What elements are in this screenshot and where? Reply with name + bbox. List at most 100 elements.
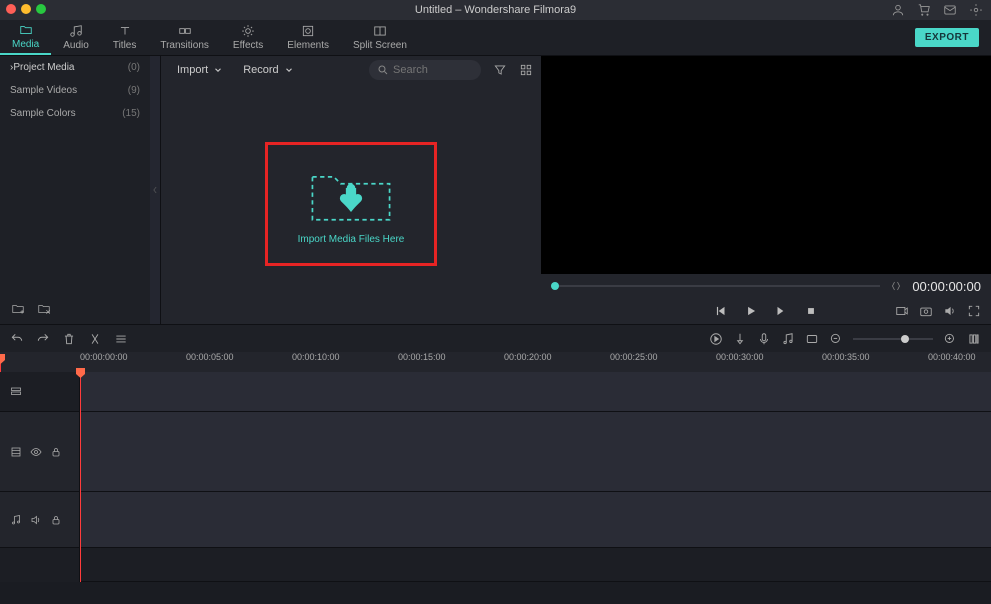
- window-minimize[interactable]: [21, 4, 31, 14]
- filmstrip-icon[interactable]: [10, 446, 22, 458]
- main-tabs: Media Audio Titles Transitions Effects E…: [0, 20, 991, 56]
- tab-effects[interactable]: Effects: [221, 20, 275, 55]
- fullscreen-icon[interactable]: [967, 304, 981, 318]
- ruler-tick: 00:00:00:00: [80, 352, 186, 362]
- track-video[interactable]: [80, 412, 991, 492]
- redo-icon[interactable]: [36, 332, 50, 346]
- tab-label: Elements: [287, 40, 329, 51]
- music-icon[interactable]: [10, 514, 22, 526]
- scrubber-knob[interactable]: [551, 282, 559, 290]
- search-input[interactable]: [393, 64, 473, 76]
- chevron-down-icon: [284, 65, 294, 75]
- timeline-ruler[interactable]: 00:00:00:00 00:00:05:00 00:00:10:00 00:0…: [0, 352, 991, 372]
- tab-elements[interactable]: Elements: [275, 20, 341, 55]
- undo-icon[interactable]: [10, 332, 24, 346]
- tab-titles[interactable]: Titles: [101, 20, 149, 55]
- text-icon: [118, 24, 132, 38]
- dropzone-text: Import Media Files Here: [298, 234, 405, 245]
- sidebar-item-count: (0): [128, 62, 140, 73]
- zoom-fit-icon[interactable]: [967, 332, 981, 346]
- keyframe-icon[interactable]: [805, 332, 819, 346]
- feedback-icon[interactable]: [969, 3, 983, 17]
- playback-quality-icon[interactable]: [895, 304, 909, 318]
- account-icon[interactable]: [891, 3, 905, 17]
- volume-icon[interactable]: [943, 304, 957, 318]
- zoom-out-icon[interactable]: [829, 332, 843, 346]
- tab-label: Media: [12, 39, 39, 50]
- ruler-tick: 00:00:20:00: [504, 352, 610, 362]
- media-sidebar: ›Project Media (0) Sample Videos (9) Sam…: [0, 56, 150, 324]
- marker-icon[interactable]: [733, 332, 747, 346]
- zoom-slider[interactable]: [853, 338, 933, 340]
- tab-audio[interactable]: Audio: [51, 20, 101, 55]
- sidebar-collapse-handle[interactable]: [150, 56, 160, 324]
- export-button[interactable]: EXPORT: [915, 28, 979, 47]
- grid-view-icon[interactable]: [519, 63, 533, 77]
- delete-icon[interactable]: [62, 332, 76, 346]
- track-overlay[interactable]: [80, 372, 991, 412]
- tab-transitions[interactable]: Transitions: [148, 20, 221, 55]
- sidebar-item-label: ›Project Media: [10, 62, 74, 73]
- tab-label: Transitions: [160, 40, 209, 51]
- speaker-icon[interactable]: [30, 514, 42, 526]
- sidebar-item-sample-videos[interactable]: Sample Videos (9): [0, 79, 150, 102]
- new-folder-icon[interactable]: [10, 302, 26, 316]
- sidebar-item-label: Sample Videos: [10, 85, 77, 96]
- ruler-tick: 00:00:05:00: [186, 352, 292, 362]
- step-back-icon[interactable]: [714, 304, 728, 318]
- filter-icon[interactable]: [493, 63, 507, 77]
- ruler-tick: 00:00:15:00: [398, 352, 504, 362]
- ruler-tick: 00:00:30:00: [716, 352, 822, 362]
- preview-timecode: 00:00:00:00: [912, 279, 981, 294]
- play-icon[interactable]: [744, 304, 758, 318]
- ruler-tick: 00:00:10:00: [292, 352, 398, 362]
- edit-menu-icon[interactable]: [114, 332, 128, 346]
- chevron-down-icon: [213, 65, 223, 75]
- split-icon[interactable]: [88, 332, 102, 346]
- ruler-tick: 00:00:35:00: [822, 352, 928, 362]
- cart-icon[interactable]: [917, 3, 931, 17]
- mixer-icon[interactable]: [781, 332, 795, 346]
- music-icon: [69, 24, 83, 38]
- annotation-highlight: Import Media Files Here: [265, 142, 437, 266]
- splitscreen-icon: [373, 24, 387, 38]
- elements-icon: [301, 24, 315, 38]
- play-forward-icon[interactable]: [774, 304, 788, 318]
- voice-icon[interactable]: [757, 332, 771, 346]
- tab-label: Split Screen: [353, 40, 407, 51]
- sidebar-item-label: Sample Colors: [10, 108, 76, 119]
- window-close[interactable]: [6, 4, 16, 14]
- message-icon[interactable]: [943, 3, 957, 17]
- track-header-video: [0, 412, 79, 492]
- marker-toggle-icon[interactable]: [890, 280, 902, 292]
- track-header-overlay: [0, 372, 79, 412]
- import-dropdown[interactable]: Import: [169, 59, 231, 81]
- record-dropdown[interactable]: Record: [235, 59, 301, 81]
- track-audio[interactable]: [80, 492, 991, 548]
- playhead-body[interactable]: [80, 372, 81, 582]
- lock-icon[interactable]: [50, 446, 62, 458]
- track-manager-icon[interactable]: [10, 386, 22, 398]
- snapshot-icon[interactable]: [919, 304, 933, 318]
- window-zoom[interactable]: [36, 4, 46, 14]
- track-header-audio: [0, 492, 79, 548]
- delete-folder-icon[interactable]: [36, 302, 52, 316]
- preview-scrubber[interactable]: [551, 285, 880, 287]
- folder-icon: [19, 23, 33, 37]
- sidebar-item-sample-colors[interactable]: Sample Colors (15): [0, 102, 150, 125]
- playhead[interactable]: [0, 358, 1, 372]
- transition-icon: [178, 24, 192, 38]
- zoom-knob[interactable]: [901, 335, 909, 343]
- preview-canvas: [541, 56, 991, 274]
- tab-media[interactable]: Media: [0, 20, 51, 55]
- import-dropzone[interactable]: [307, 164, 395, 224]
- lock-icon[interactable]: [50, 514, 62, 526]
- track-empty[interactable]: [80, 548, 991, 582]
- eye-icon[interactable]: [30, 446, 42, 458]
- effects-icon: [241, 24, 255, 38]
- stop-icon[interactable]: [804, 304, 818, 318]
- tab-splitscreen[interactable]: Split Screen: [341, 20, 419, 55]
- sidebar-item-project-media[interactable]: ›Project Media (0): [0, 56, 150, 79]
- render-icon[interactable]: [709, 332, 723, 346]
- zoom-in-icon[interactable]: [943, 332, 957, 346]
